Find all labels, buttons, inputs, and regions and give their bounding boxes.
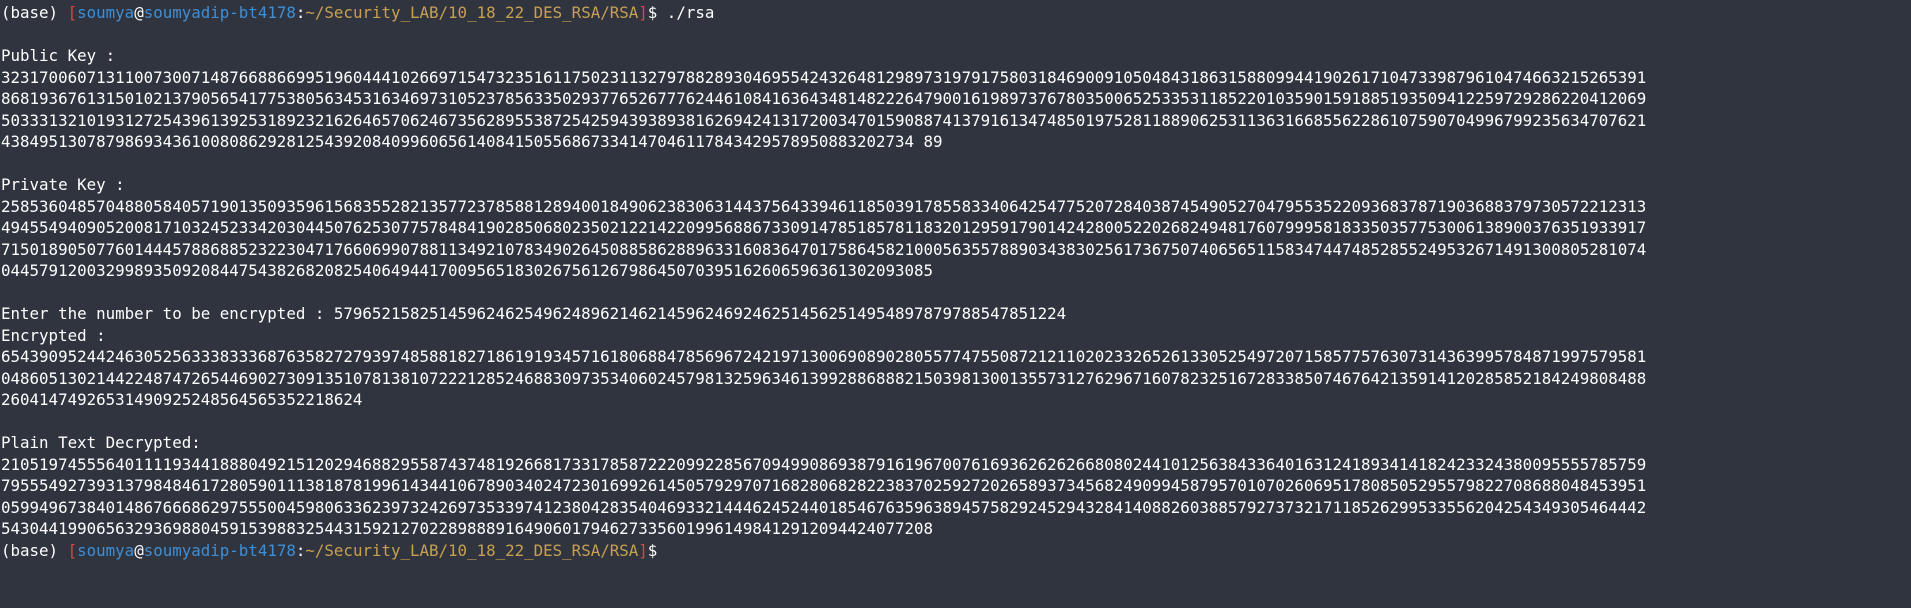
encrypt-input-value: 5796521582514596246254962489621462145962… [333,304,1067,323]
private-key-label: Private Key : [1,175,125,194]
decrypted-line: 7955549273931379848461728059011138187819… [1,476,1647,495]
prompt-open-bracket: [ [67,3,78,22]
public-key-label: Public Key : [1,46,116,65]
prompt-close-bracket: ] [638,540,648,560]
conda-env: (base) [1,540,59,560]
private-key-line: 4945549409052008171032452334203044507625… [1,218,1647,237]
encrypted-line: 0486051302144224874726544690273091351078… [1,368,1647,388]
decrypted-label: Plain Text Decrypted: [1,433,201,452]
decrypted-line: 0599496738401486766686297555004598063362… [1,497,1647,517]
public-key-line: 8681936761315010213790565417753805634531… [1,89,1647,108]
prompt-colon: : [295,3,306,22]
encrypted-line: 26041474926531490925248564565352218624 [1,390,363,409]
prompt-open-bracket: [ [67,540,78,560]
public-key-line: 5033313210193127254396139253189232162646… [1,110,1647,130]
prompt-colon: : [295,540,306,560]
prompt-path: ~/Security_LAB/10_18_22_DES_RSA/RSA [305,3,639,22]
public-key-line: 4384951307879869343610080862928125439208… [1,132,943,151]
prompt-dollar: $ [647,540,658,560]
prompt-at: @ [134,3,144,22]
encrypted-line: 6543909524424630525633383336876358272793… [1,347,1647,366]
prompt-path: ~/Security_LAB/10_18_22_DES_RSA/RSA [305,540,639,560]
prompt-host: soumyadip-bt4178 [143,3,296,22]
encrypt-input-label: Enter the number to be encrypted : [1,304,334,323]
private-key-line: 0445791200329989350920844754382682082540… [1,261,934,280]
prompt-user: soumya [77,3,135,22]
prompt-line-final[interactable]: (base) [soumya@soumyadip-bt4178:~/Securi… [1,540,1911,562]
encrypt-input-line: Enter the number to be encrypted : 57965… [1,303,1911,325]
prompt-host: soumyadip-bt4178 [143,540,296,560]
terminal-window[interactable]: (base) [soumya@soumyadip-bt4178:~/Securi… [0,0,1911,608]
prompt-at: @ [134,540,144,560]
private-key-line: 2585360485704880584057190135093596156835… [1,196,1647,216]
encrypted-label: Encrypted : [1,325,106,345]
conda-env: (base) [1,3,59,22]
prompt-line-command: (base) [soumya@soumyadip-bt4178:~/Securi… [1,2,1911,24]
public-key-line: 3231700607131100730071487668866995196044… [1,67,1647,87]
private-key-line: 7150189050776014445788688523223047176606… [1,239,1647,259]
prompt-user: soumya [77,540,135,560]
prompt-dollar: $ [647,3,658,22]
prompt-close-bracket: ] [638,3,648,22]
command-text: ./rsa [657,3,715,22]
decrypted-line: 5430441990656329369880459153988325443159… [1,519,934,538]
decrypted-line: 2105197455564011119344188804921512029468… [1,454,1647,474]
